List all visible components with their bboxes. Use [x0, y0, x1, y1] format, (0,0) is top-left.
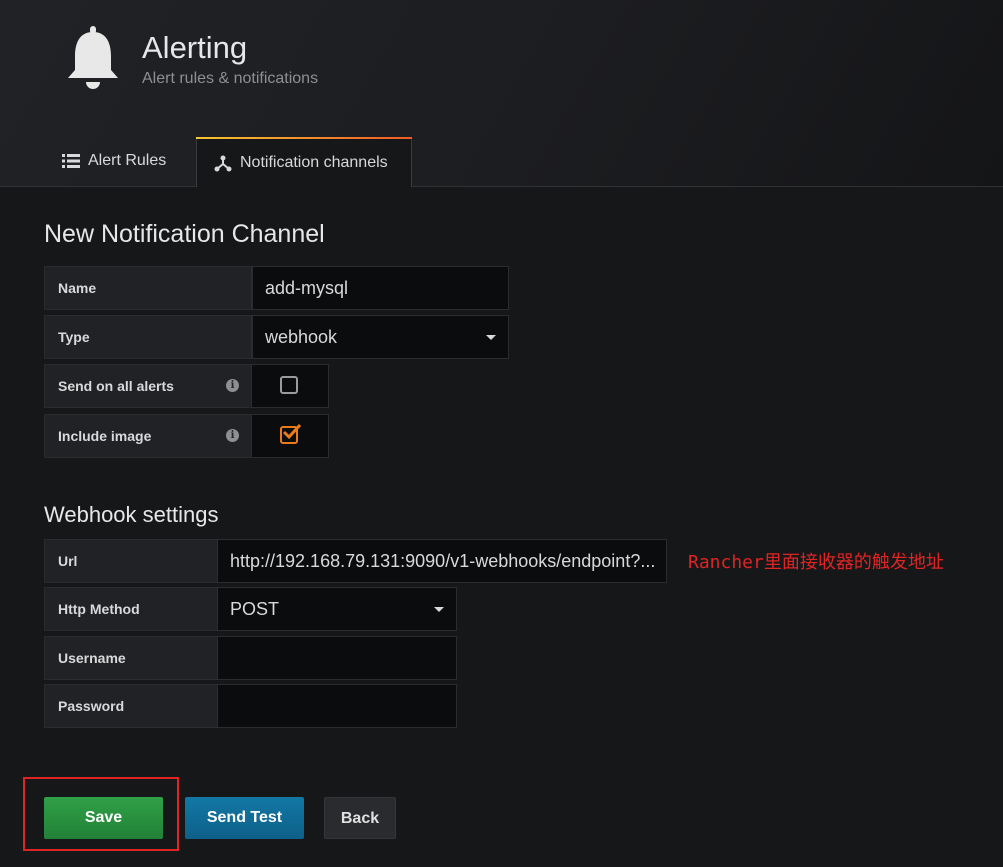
page-header: Alerting Alert rules & notifications Ale…: [0, 0, 1003, 187]
name-input[interactable]: add-mysql: [252, 266, 509, 310]
info-icon[interactable]: i: [226, 379, 239, 392]
chevron-down-icon: [486, 335, 496, 340]
type-label: Type: [44, 315, 252, 359]
username-label: Username: [44, 636, 218, 680]
list-icon: [62, 154, 80, 168]
http-method-select[interactable]: POST: [217, 587, 457, 631]
check-icon: [282, 424, 301, 440]
tab-alert-rules[interactable]: Alert Rules: [48, 137, 180, 185]
chevron-down-icon: [434, 607, 444, 612]
save-button[interactable]: Save: [44, 797, 163, 839]
webhook-settings-title: Webhook settings: [44, 502, 219, 527]
send-all-checkbox-cell: [251, 364, 329, 408]
include-image-checkbox-cell: [251, 414, 329, 458]
back-button[interactable]: Back: [324, 797, 396, 839]
password-label: Password: [44, 684, 218, 728]
username-input[interactable]: [217, 636, 457, 680]
page-subtitle: Alert rules & notifications: [142, 70, 319, 87]
bell-icon: [68, 26, 118, 89]
send-all-label: Send on all alerts i: [44, 364, 252, 408]
send-test-button[interactable]: Send Test: [185, 797, 304, 839]
form-title: New Notification Channel: [44, 220, 325, 248]
info-icon[interactable]: i: [226, 429, 239, 442]
annotation-text: Rancher里面接收器的触发地址: [688, 552, 944, 573]
include-image-label: Include image i: [44, 414, 252, 458]
include-image-checkbox[interactable]: [280, 424, 301, 444]
name-label: Name: [44, 266, 252, 310]
page-title: Alerting: [142, 30, 248, 65]
url-label: Url: [44, 539, 218, 583]
tab-label: Notification channels: [240, 154, 388, 171]
tab-notification-channels[interactable]: Notification channels: [196, 137, 412, 187]
http-method-label: Http Method: [44, 587, 218, 631]
url-input[interactable]: http://192.168.79.131:9090/v1-webhooks/e…: [217, 539, 667, 583]
http-method-value: POST: [230, 599, 280, 619]
tab-label: Alert Rules: [88, 152, 167, 169]
share-icon: [214, 155, 232, 171]
include-image-label-text: Include image: [58, 428, 152, 444]
password-input[interactable]: [217, 684, 457, 728]
type-select[interactable]: webhook: [252, 315, 509, 359]
send-all-checkbox[interactable]: [280, 376, 298, 394]
send-all-label-text: Send on all alerts: [58, 378, 174, 394]
type-select-value: webhook: [265, 327, 338, 347]
